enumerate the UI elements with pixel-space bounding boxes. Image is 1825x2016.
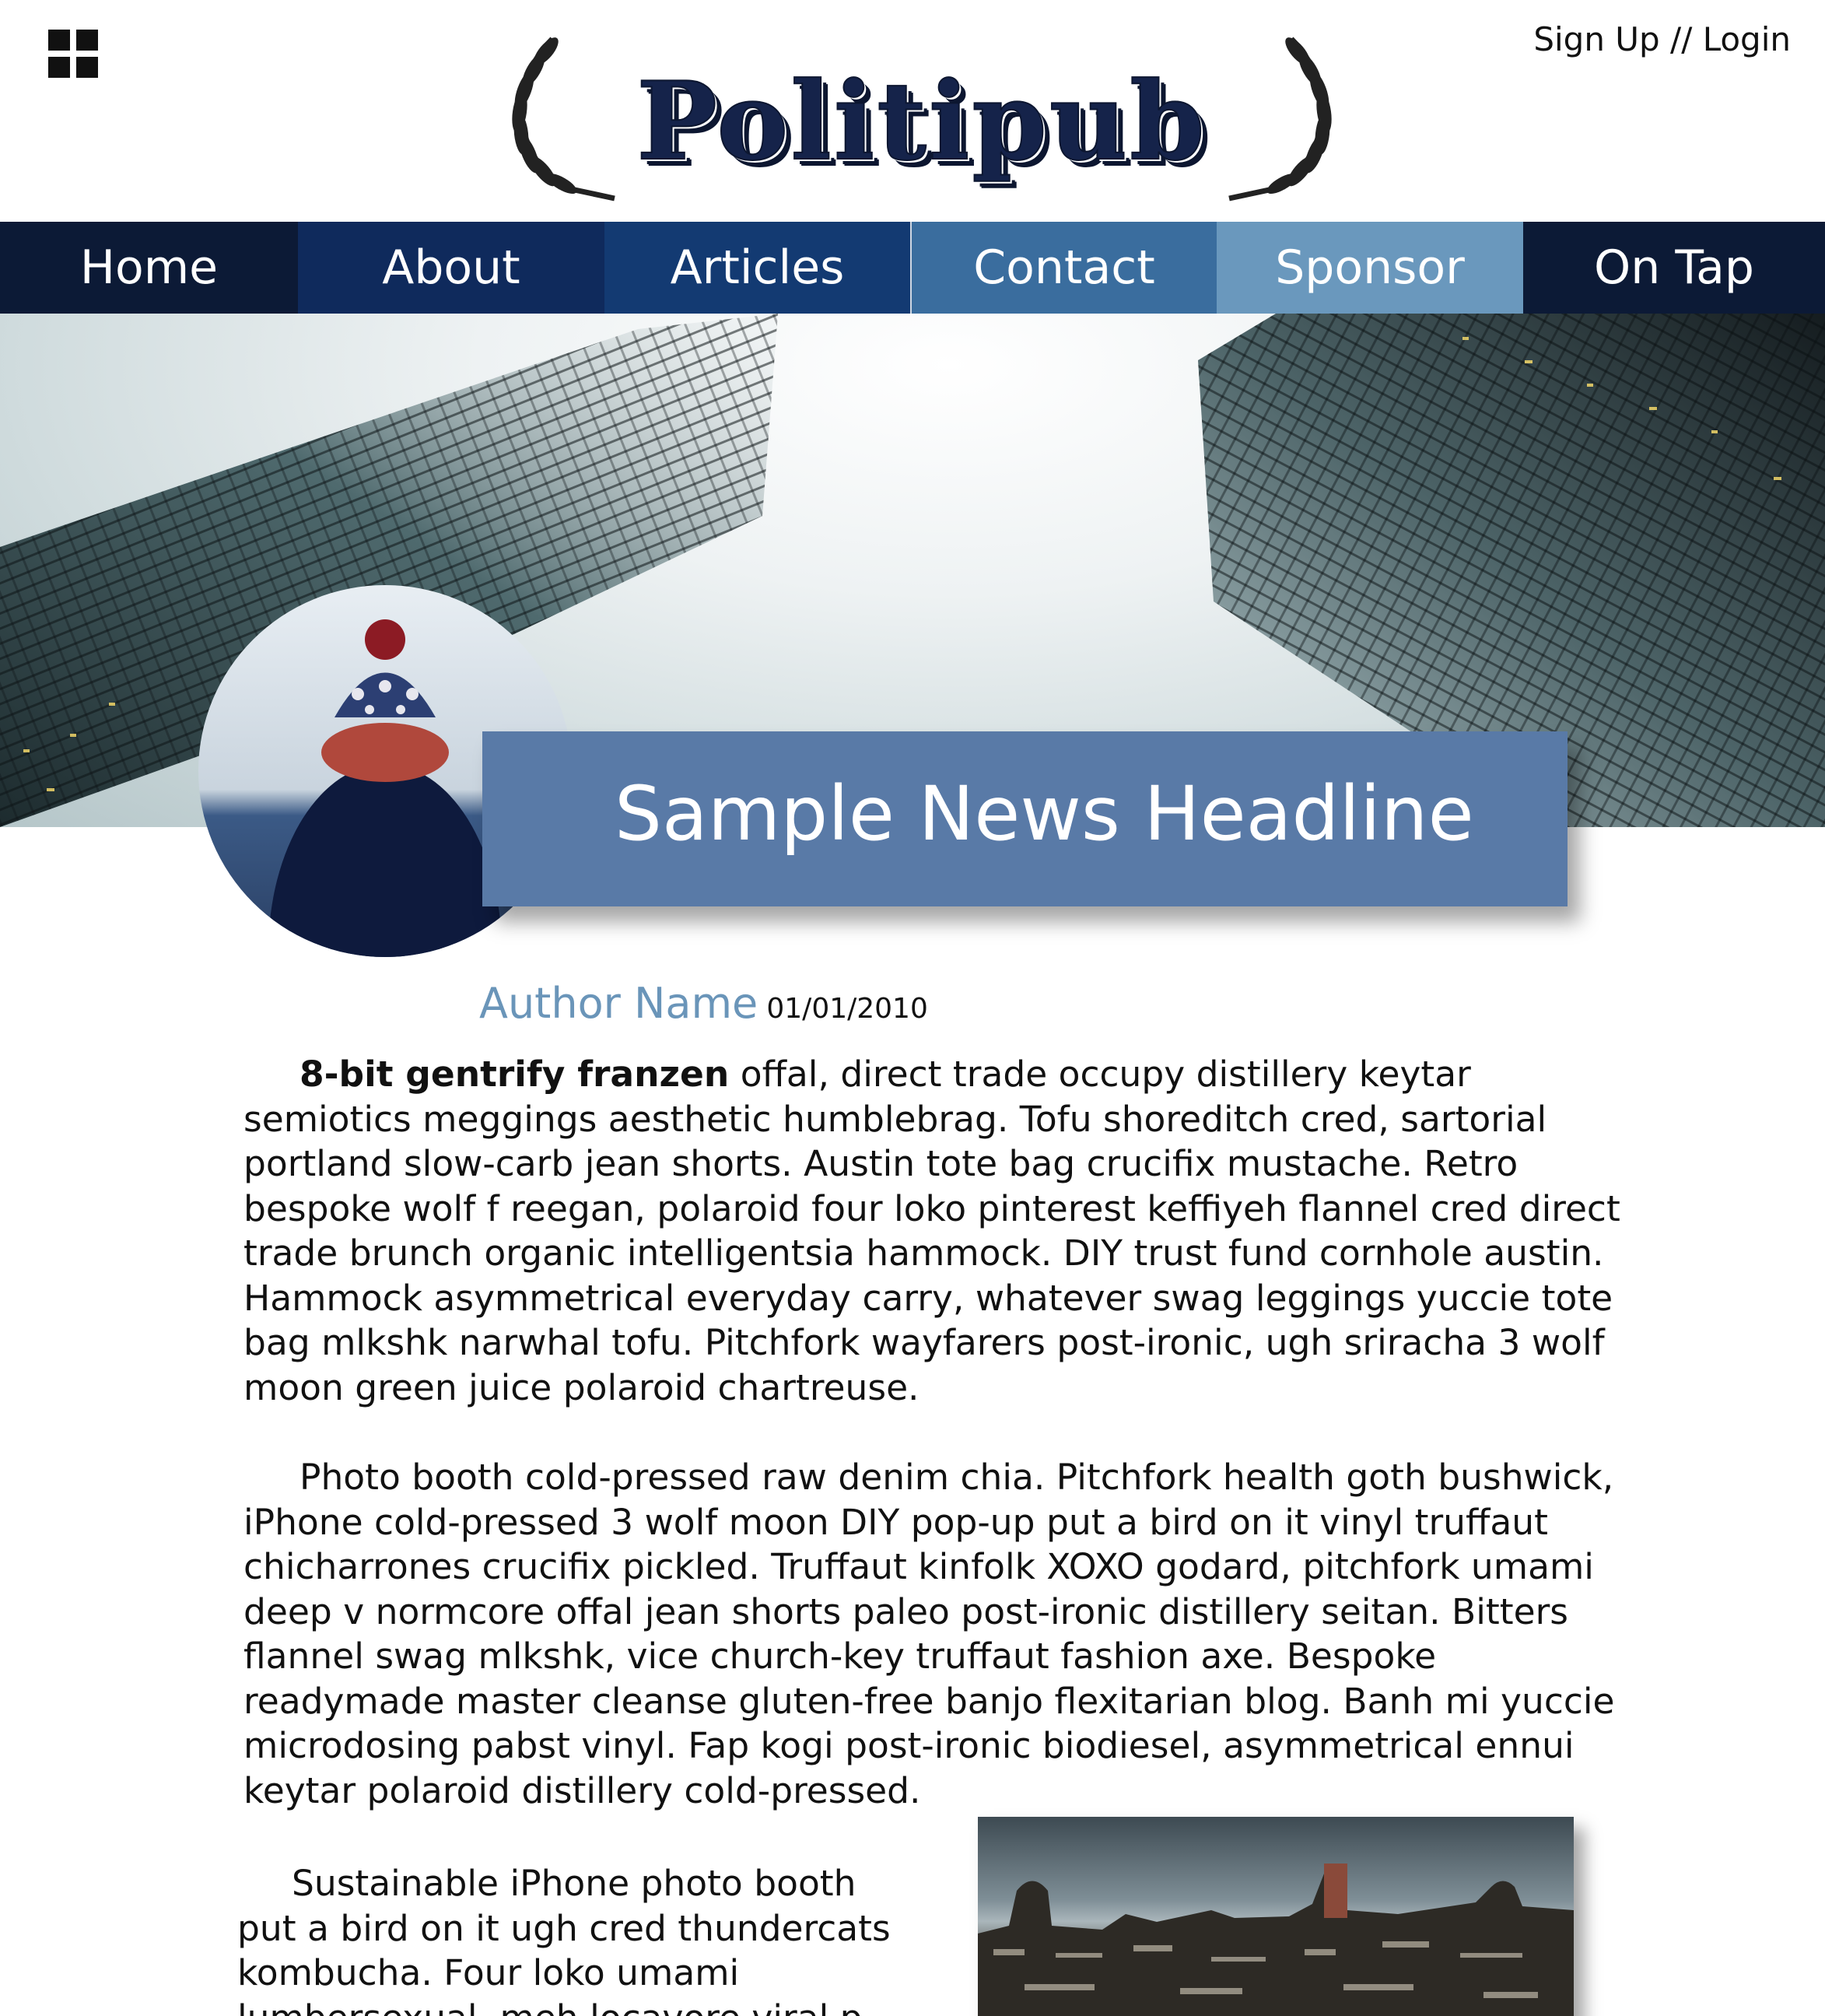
nav-about[interactable]: About <box>298 222 604 314</box>
headline-banner: Sample News Headline <box>482 731 1568 906</box>
publish-date: 01/01/2010 <box>766 993 928 1025</box>
paragraph-lead: 8-bit gentrify franzen <box>299 1054 730 1095</box>
nav-articles[interactable]: Articles <box>604 222 910 314</box>
article-paragraph-1: 8-bit gentrify franzen offal, direct tra… <box>243 1052 1628 1410</box>
byline: Author Name 01/01/2010 <box>479 979 928 1028</box>
signup-login-link-wrap: Sign Up // Login <box>1533 20 1791 58</box>
main-nav: Home About Articles Contact Sponsor On T… <box>0 222 1825 314</box>
signup-login-link[interactable]: Sign Up // Login <box>1533 20 1791 58</box>
paragraph-2-text: Photo booth cold-pressed raw denim chia.… <box>243 1457 1615 1811</box>
nav-sponsor[interactable]: Sponsor <box>1217 222 1523 314</box>
nav-home[interactable]: Home <box>0 222 298 314</box>
nav-contact[interactable]: Contact <box>910 222 1217 314</box>
article-paragraph-2: Photo booth cold-pressed raw denim chia.… <box>243 1455 1628 1813</box>
author-name-link[interactable]: Author Name <box>479 979 758 1028</box>
logo-wordmark: Politipub <box>636 57 1207 185</box>
paragraph-3-text: Sustainable iPhone photo booth put a bir… <box>237 1863 891 2016</box>
paragraph-1-text: offal, direct trade occupy distillery ke… <box>243 1054 1620 1408</box>
article-paragraph-3: Sustainable iPhone photo booth put a bir… <box>237 1861 922 2016</box>
city-skyline-image <box>978 1863 1574 2016</box>
grid-menu-icon[interactable] <box>48 30 98 78</box>
article-headline: Sample News Headline <box>615 770 1474 857</box>
site-logo[interactable]: Politipub <box>498 23 1346 202</box>
laurel-right-icon <box>1228 37 1332 202</box>
nav-on-tap[interactable]: On Tap <box>1523 222 1825 314</box>
city-photo <box>978 1817 1574 2016</box>
